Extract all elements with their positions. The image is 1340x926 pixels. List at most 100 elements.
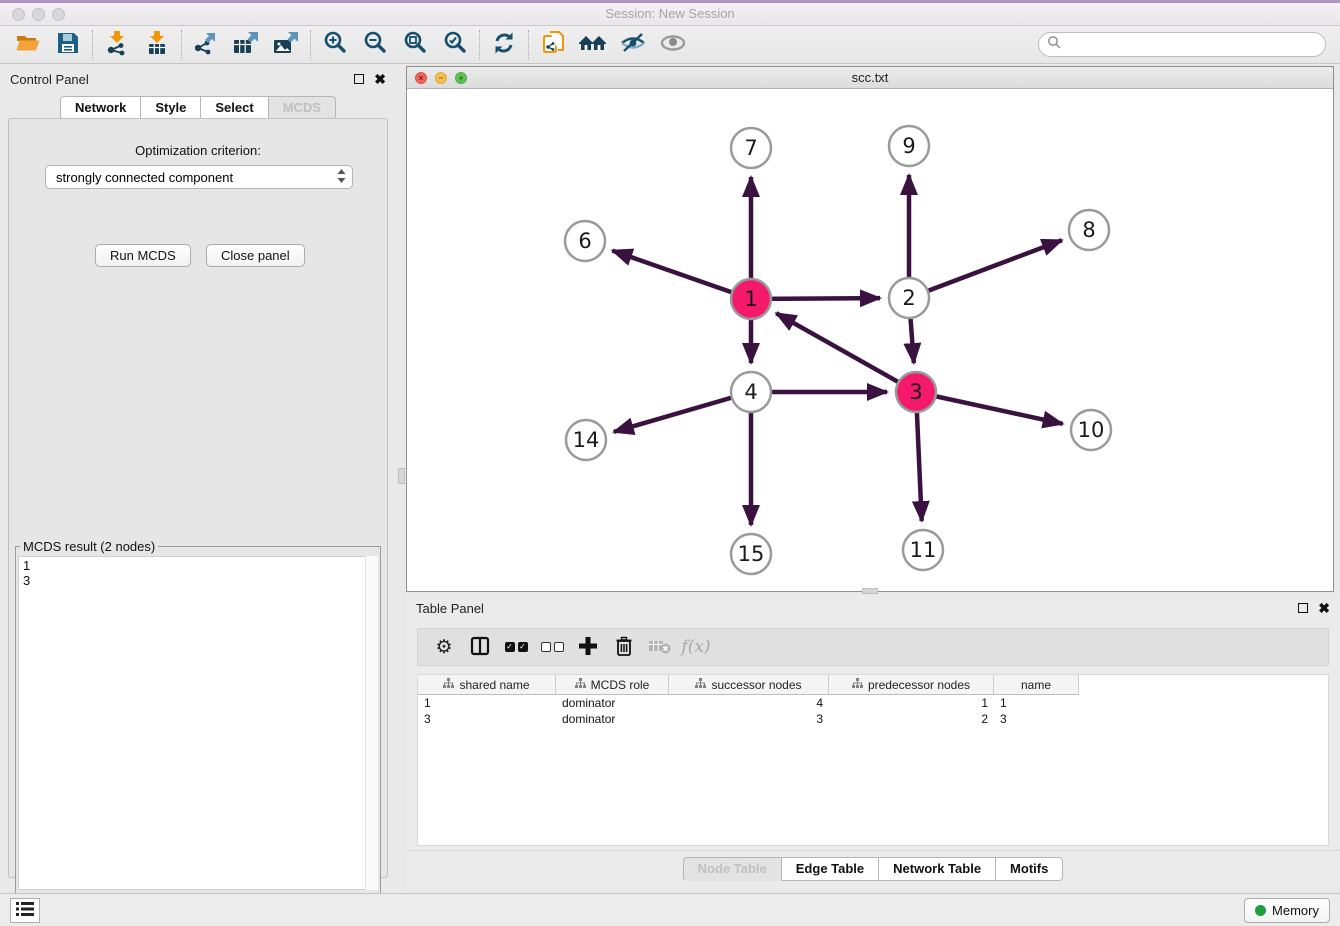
graph-node-8[interactable]: 8: [1069, 210, 1109, 250]
zoom-out-button[interactable]: [355, 29, 395, 61]
select-all-columns-button[interactable]: ✓✓: [498, 632, 534, 662]
zoom-selected-button[interactable]: [435, 29, 475, 61]
cell-successor-nodes[interactable]: 4: [669, 695, 829, 711]
zoom-in-icon: [322, 30, 348, 59]
graph-edge-4-14[interactable]: [614, 392, 751, 432]
table-header-row: shared name MCDS role successor nodes pr…: [418, 675, 1328, 695]
unchecked-boxes-icon: [541, 642, 564, 652]
cell-name[interactable]: 3: [994, 711, 1079, 727]
column-header-shared-name[interactable]: shared name: [418, 675, 556, 695]
mcds-panel-body: Optimization criterion: strongly connect…: [8, 118, 388, 878]
graph-node-9[interactable]: 9: [889, 126, 929, 166]
criterion-selected-value: strongly connected component: [56, 170, 233, 185]
graph-edge-1-6[interactable]: [612, 251, 751, 299]
tab-select[interactable]: Select: [201, 96, 268, 120]
search-input[interactable]: [1066, 37, 1325, 52]
graph-edge-3-10[interactable]: [916, 392, 1063, 424]
home-layout-button[interactable]: [573, 29, 613, 61]
graph-node-15[interactable]: 15: [731, 534, 771, 574]
function-builder-button[interactable]: f(x): [678, 632, 714, 662]
import-table-button[interactable]: [137, 29, 177, 61]
memory-button[interactable]: Memory: [1244, 898, 1330, 923]
graph-node-11[interactable]: 11: [903, 530, 943, 570]
column-header-predecessor-nodes[interactable]: predecessor nodes: [829, 675, 994, 695]
mcds-result-text[interactable]: 1 3: [18, 556, 378, 890]
close-panel-button[interactable]: Close panel: [206, 244, 305, 267]
svg-text:11: 11: [910, 538, 937, 562]
table-row[interactable]: 1 dominator 4 1 1: [418, 695, 1328, 711]
toolbar-separator: [310, 30, 311, 60]
result-scrollbar[interactable]: [365, 556, 378, 890]
column-header-name[interactable]: name: [994, 675, 1079, 695]
delete-column-button[interactable]: [606, 632, 642, 662]
titlebar-accent: [0, 0, 1340, 3]
cell-predecessor-nodes[interactable]: 2: [829, 711, 994, 727]
tab-node-table[interactable]: Node Table: [683, 857, 782, 881]
cell-predecessor-nodes[interactable]: 1: [829, 695, 994, 711]
horizontal-splitter-handle[interactable]: [862, 588, 878, 594]
graph-node-10[interactable]: 10: [1071, 410, 1111, 450]
cell-mcds-role[interactable]: dominator: [556, 695, 669, 711]
refresh-layout-button[interactable]: [484, 29, 524, 61]
tab-style[interactable]: Style: [141, 96, 201, 120]
graph-node-4[interactable]: 4: [731, 372, 771, 412]
export-table-button[interactable]: [226, 29, 266, 61]
run-mcds-button[interactable]: Run MCDS: [95, 244, 191, 267]
control-panel-title: Control Panel: [10, 72, 89, 87]
export-network-button[interactable]: [186, 29, 226, 61]
tab-mcds[interactable]: MCDS: [269, 96, 336, 120]
table-row[interactable]: 3 dominator 3 2 3: [418, 711, 1328, 727]
graph-node-6[interactable]: 6: [565, 221, 605, 261]
import-network-button[interactable]: [97, 29, 137, 61]
graph-node-1[interactable]: 1: [731, 279, 771, 319]
column-header-successor-nodes[interactable]: successor nodes: [669, 675, 829, 695]
tab-motifs[interactable]: Motifs: [996, 857, 1063, 881]
cell-mcds-role[interactable]: dominator: [556, 711, 669, 727]
zoom-selected-icon: [442, 30, 468, 59]
export-network-icon: [192, 30, 220, 59]
table-settings-button[interactable]: ⚙: [426, 632, 462, 662]
zoom-fit-button[interactable]: [395, 29, 435, 61]
graph-node-2[interactable]: 2: [889, 278, 929, 318]
close-panel-icon[interactable]: ✖: [374, 74, 386, 84]
float-panel-icon[interactable]: [354, 74, 364, 84]
show-all-button[interactable]: [653, 29, 693, 61]
network-window-titlebar[interactable]: × − + scc.txt: [407, 67, 1333, 89]
column-layout-button[interactable]: [462, 632, 498, 662]
export-image-button[interactable]: [266, 29, 306, 61]
cell-name[interactable]: 1: [994, 695, 1079, 711]
network-canvas[interactable]: 7 9 6 8 1 2 4 3 14 10 15 11: [407, 89, 1333, 592]
save-session-button[interactable]: [48, 29, 88, 61]
tab-network-table[interactable]: Network Table: [879, 857, 996, 881]
task-history-button[interactable]: [10, 898, 40, 923]
toolbar-separator: [92, 30, 93, 60]
add-column-button[interactable]: [570, 632, 606, 662]
mcds-result-title: MCDS result (2 nodes): [20, 539, 158, 554]
memory-status-icon: [1255, 905, 1266, 916]
vertical-splitter-handle[interactable]: [398, 468, 405, 484]
graph-node-7[interactable]: 7: [731, 128, 771, 168]
tab-network[interactable]: Network: [60, 96, 141, 120]
deselect-all-columns-button[interactable]: [534, 632, 570, 662]
tab-edge-table[interactable]: Edge Table: [782, 857, 879, 881]
column-header-mcds-role[interactable]: MCDS role: [556, 675, 669, 695]
control-panel-tabs: NetworkStyleSelectMCDS: [0, 96, 396, 120]
open-session-button[interactable]: [8, 29, 48, 61]
zoom-in-button[interactable]: [315, 29, 355, 61]
cell-shared-name[interactable]: 3: [418, 711, 556, 727]
cell-successor-nodes[interactable]: 3: [669, 711, 829, 727]
export-table-icon: [231, 30, 261, 59]
graph-edge-2-8[interactable]: [909, 240, 1062, 298]
graph-edge-3-1[interactable]: [776, 313, 916, 392]
hide-selected-button[interactable]: [613, 29, 653, 61]
svg-text:1: 1: [744, 287, 757, 311]
network-window: × − + scc.txt 7 9 6 8 1 2 4 3 14 10 15 11: [406, 66, 1334, 592]
cell-shared-name[interactable]: 1: [418, 695, 556, 711]
clone-network-button[interactable]: [533, 29, 573, 61]
float-table-panel-icon[interactable]: [1298, 603, 1308, 613]
graph-node-3[interactable]: 3: [896, 372, 936, 412]
delete-table-button[interactable]: [642, 632, 678, 662]
graph-node-14[interactable]: 14: [566, 420, 606, 460]
close-table-panel-icon[interactable]: ✖: [1318, 603, 1330, 613]
criterion-select[interactable]: strongly connected component: [45, 165, 353, 189]
